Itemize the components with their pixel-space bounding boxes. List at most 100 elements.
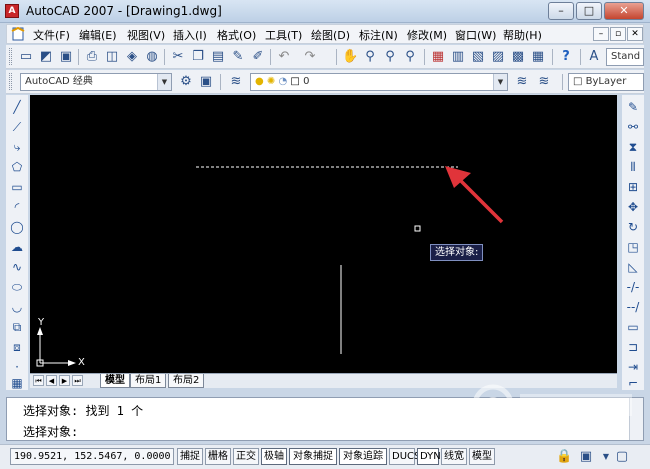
polar-toggle[interactable]: 极轴 [261, 448, 287, 465]
array-icon[interactable]: ⊞ [625, 179, 641, 195]
menu-view[interactable]: 视图(V) [127, 27, 165, 43]
dyn-toggle[interactable]: DYN [417, 448, 441, 465]
menu-insert[interactable]: 插入(I) [173, 27, 207, 43]
trim-icon[interactable]: -/- [625, 279, 641, 295]
menu-format[interactable]: 格式(O) [217, 27, 256, 43]
move-icon[interactable]: ✥ [625, 199, 641, 215]
revision-cloud-icon[interactable]: ☁ [9, 239, 25, 255]
match-properties-icon[interactable]: ✎ [230, 49, 246, 65]
previous-tab-icon[interactable]: ◀ [46, 375, 57, 386]
menu-window[interactable]: 窗口(W) [455, 27, 496, 43]
calculator-icon[interactable]: ▦ [530, 49, 546, 65]
command-prompt[interactable]: 选择对象: [23, 423, 78, 440]
zoom-previous-icon[interactable]: ⚲ [402, 49, 418, 65]
polyline-icon[interactable]: ⤷ [9, 139, 25, 155]
clean-screen-icon[interactable]: ▢ [614, 449, 630, 465]
hatch-icon[interactable]: ▦ [9, 375, 25, 391]
spline-icon[interactable]: ∿ [9, 259, 25, 275]
zoom-window-icon[interactable]: ⚲ [382, 49, 398, 65]
arc-icon[interactable]: ◜ [9, 199, 25, 215]
layer-manager-icon[interactable]: ≋ [228, 74, 244, 90]
cut-icon[interactable]: ✂ [170, 49, 186, 65]
document-icon[interactable] [11, 27, 25, 41]
status-menu-icon[interactable]: ▼ [598, 449, 614, 465]
save-workspace-icon[interactable]: ▣ [198, 74, 214, 90]
help-icon[interactable]: ? [558, 49, 574, 65]
menu-modify[interactable]: 修改(M) [407, 27, 447, 43]
model-toggle[interactable]: 模型 [469, 448, 495, 465]
rectangle-icon[interactable]: ▭ [9, 179, 25, 195]
extend-icon[interactable]: --/ [625, 299, 641, 315]
chamfer-icon[interactable]: ⇥ [625, 359, 641, 375]
coordinates-display[interactable]: 190.9521, 152.5467, 0.0000 [10, 448, 174, 465]
rotate-icon[interactable]: ↻ [625, 219, 641, 235]
menu-file[interactable]: 文件(F) [33, 27, 70, 43]
text-style-icon[interactable]: A [586, 49, 602, 65]
properties-icon[interactable]: ▦ [430, 49, 446, 65]
undo-icon[interactable]: ↶ [276, 49, 292, 65]
workspace-select[interactable]: AutoCAD 经典 ▼ [20, 73, 172, 91]
open-icon[interactable]: ◩ [38, 49, 54, 65]
tab-model[interactable]: 模型 [100, 374, 130, 388]
design-center-icon[interactable]: ▥ [450, 49, 466, 65]
break-icon[interactable]: ▭ [625, 319, 641, 335]
grid-toggle[interactable]: 栅格 [205, 448, 231, 465]
minimize-button[interactable]: – [548, 2, 574, 20]
communication-center-icon[interactable]: ▣ [578, 449, 594, 465]
maximize-button[interactable]: □ [576, 2, 602, 20]
pan-icon[interactable]: ✋ [342, 49, 358, 65]
offset-icon[interactable]: ⫴ [625, 159, 641, 175]
zoom-realtime-icon[interactable]: ⚲ [362, 49, 378, 65]
ellipse-arc-icon[interactable]: ◡ [9, 299, 25, 315]
make-block-icon[interactable]: ⧈ [9, 339, 25, 355]
copy-icon[interactable]: ❐ [190, 49, 206, 65]
tab-layout1[interactable]: 布局1 [130, 374, 167, 388]
block-editor-icon[interactable]: ✐ [250, 49, 266, 65]
stretch-icon[interactable]: ◺ [625, 259, 641, 275]
insert-block-icon[interactable]: ⧉ [9, 319, 25, 335]
last-tab-icon[interactable]: ⏭ [72, 375, 83, 386]
3d-dwf-icon[interactable]: ◍ [144, 49, 160, 65]
menu-draw[interactable]: 绘图(D) [311, 27, 350, 43]
color-control-select[interactable]: □ ByLayer [568, 73, 644, 91]
plot-preview-icon[interactable]: ◫ [104, 49, 120, 65]
autocad-app-icon[interactable]: A [5, 4, 19, 18]
redo-icon[interactable]: ↷ [302, 49, 318, 65]
first-tab-icon[interactable]: ⏮ [33, 375, 44, 386]
snap-toggle[interactable]: 捕捉 [177, 448, 203, 465]
line-icon[interactable]: ╱ [9, 99, 25, 115]
join-icon[interactable]: ⊐ [625, 339, 641, 355]
text-style-select[interactable]: Stand [606, 48, 644, 66]
sheet-set-icon[interactable]: ▨ [490, 49, 506, 65]
new-icon[interactable]: ▭ [18, 49, 34, 65]
mirror-icon[interactable]: ⧗ [625, 139, 641, 155]
menu-help[interactable]: 帮助(H) [503, 27, 542, 43]
make-object-layer-current-icon[interactable]: ≋ [514, 74, 530, 90]
plot-icon[interactable]: ⎙ [84, 49, 100, 65]
toolbar-grip[interactable] [9, 73, 12, 90]
scale-icon[interactable]: ◳ [625, 239, 641, 255]
paste-icon[interactable]: ▤ [210, 49, 226, 65]
workspace-settings-icon[interactable]: ⚙ [178, 74, 194, 90]
ortho-toggle[interactable]: 正交 [233, 448, 259, 465]
menu-edit[interactable]: 编辑(E) [79, 27, 117, 43]
copy-object-icon[interactable]: ⚯ [625, 119, 641, 135]
markup-icon[interactable]: ▩ [510, 49, 526, 65]
menu-dimension[interactable]: 标注(N) [359, 27, 398, 43]
otrack-toggle[interactable]: 对象追踪 [339, 448, 387, 465]
next-tab-icon[interactable]: ▶ [59, 375, 70, 386]
lineweight-toggle[interactable]: 线宽 [441, 448, 467, 465]
point-icon[interactable]: · [9, 359, 25, 375]
toolbar-grip[interactable] [9, 48, 12, 65]
polygon-icon[interactable]: ⬠ [9, 159, 25, 175]
lock-icon[interactable]: 🔒 [556, 449, 572, 465]
doc-restore-button[interactable]: ▫ [610, 27, 626, 41]
doc-close-button[interactable]: ✕ [627, 27, 643, 41]
menu-tools[interactable]: 工具(T) [265, 27, 302, 43]
close-button[interactable]: ✕ [604, 2, 644, 20]
erase-icon[interactable]: ✎ [625, 99, 641, 115]
save-icon[interactable]: ▣ [58, 49, 74, 65]
tab-layout2[interactable]: 布局2 [168, 374, 205, 388]
tool-palettes-icon[interactable]: ▧ [470, 49, 486, 65]
construction-line-icon[interactable]: ⟋ [9, 119, 25, 135]
